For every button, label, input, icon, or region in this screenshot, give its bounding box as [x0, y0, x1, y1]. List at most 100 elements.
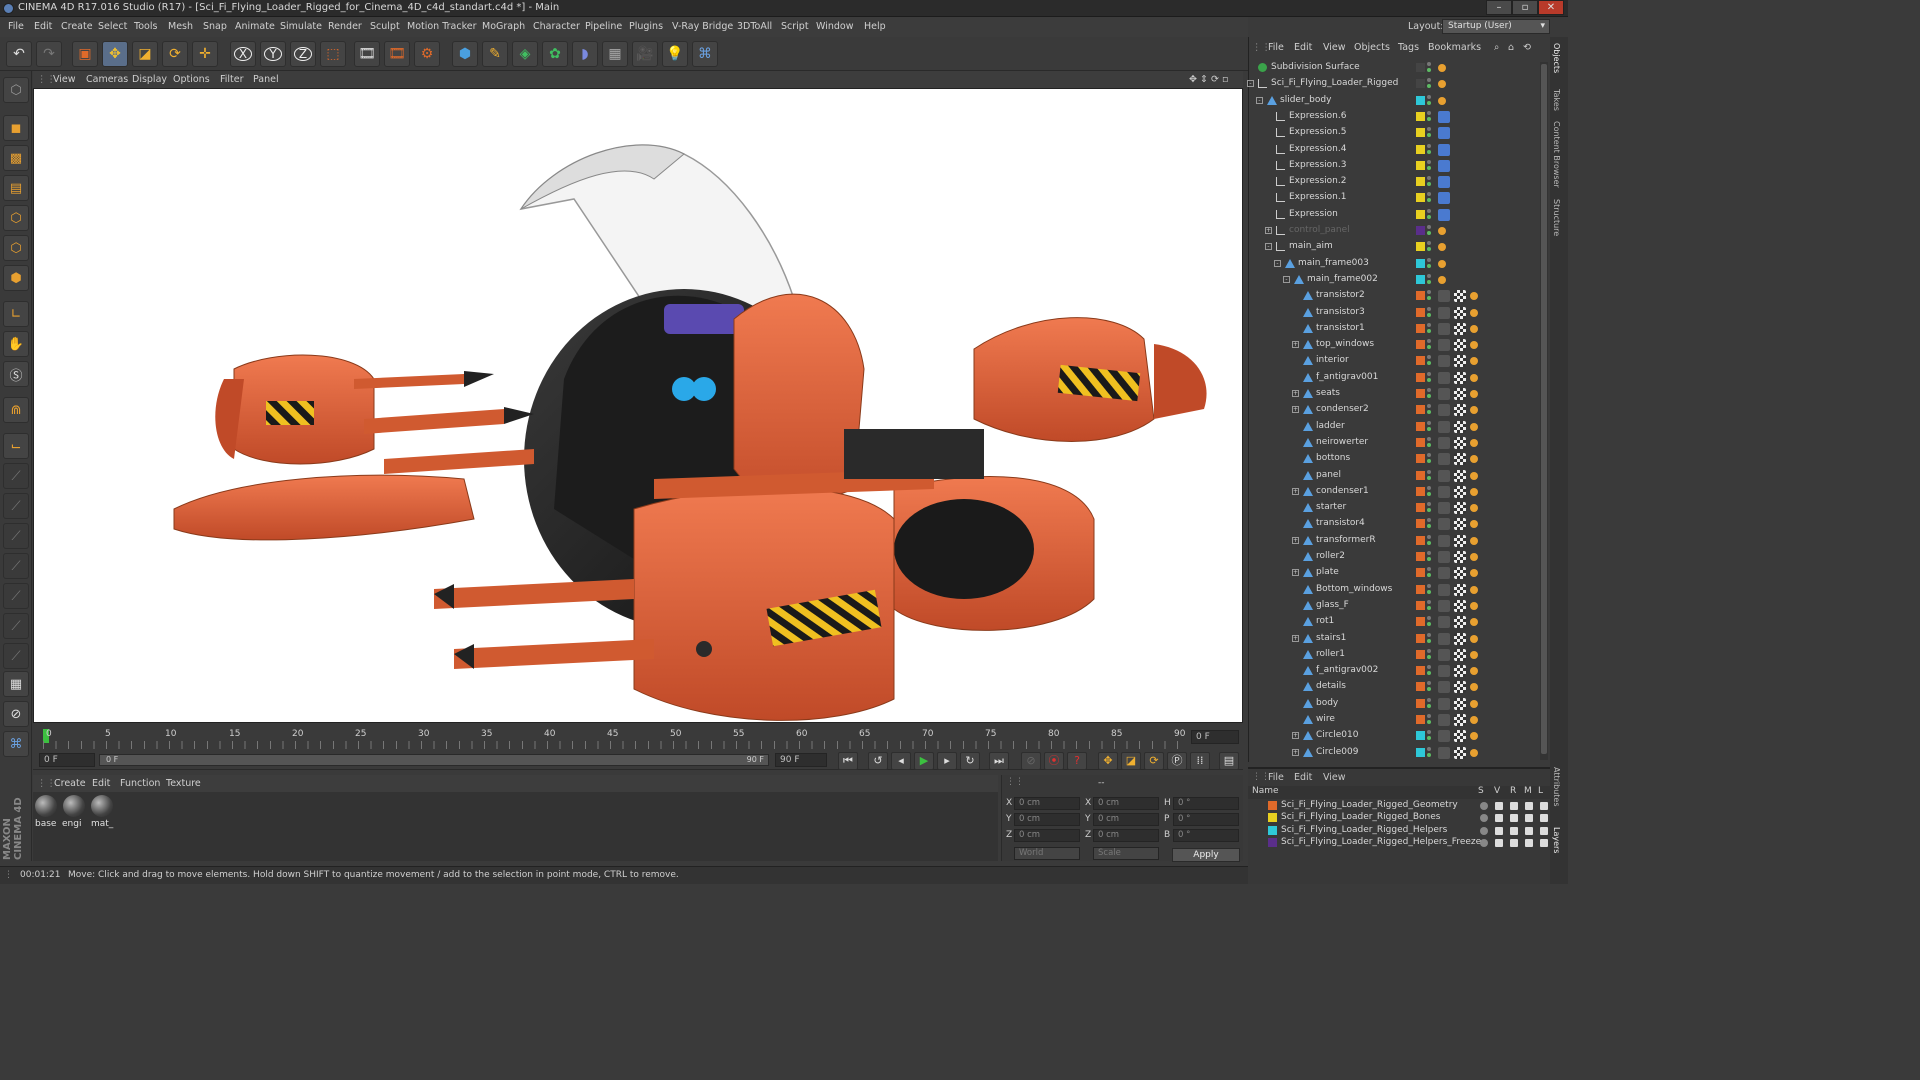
uvw-tag-icon[interactable] [1454, 665, 1466, 678]
collapse-icon[interactable]: - [1256, 96, 1263, 104]
viewport-menu-view[interactable]: View [53, 74, 76, 85]
render-view-icon[interactable]: 🎞 [354, 41, 380, 67]
object-row[interactable]: transistor2 [1250, 288, 1537, 304]
menu-sculpt[interactable]: Sculpt [370, 21, 400, 32]
constraint-tag-icon[interactable] [1470, 390, 1478, 398]
rotation-key-icon[interactable]: ⟳ [1144, 752, 1164, 770]
object-row[interactable]: - Sci_Fi_Flying_Loader_Rigged [1247, 76, 1537, 92]
solo-toggle-icon[interactable] [1480, 802, 1488, 810]
object-row[interactable]: Expression.4 [1250, 142, 1537, 158]
expand-icon[interactable]: + [1292, 487, 1299, 495]
material-tag-icon[interactable] [1438, 322, 1450, 335]
layer-color-swatch[interactable] [1416, 470, 1425, 480]
layer-color-swatch[interactable] [1416, 372, 1425, 382]
constraint-tag-icon[interactable] [1470, 585, 1478, 594]
viewport-menu-filter[interactable]: Filter [220, 74, 244, 85]
visibility-dots[interactable] [1427, 697, 1431, 709]
subdivision-icon[interactable]: ◈ [512, 41, 538, 67]
apply-button[interactable]: Apply [1172, 848, 1240, 862]
world-coordinates-icon[interactable]: ⬚ [320, 41, 346, 67]
python-icon[interactable]: ⌘ [692, 41, 718, 67]
object-row[interactable]: rot1 [1250, 614, 1537, 630]
material-tag-icon[interactable] [1438, 697, 1450, 710]
rotation-h-field[interactable]: 0 ° [1173, 797, 1239, 810]
object-row[interactable]: bottons [1250, 451, 1537, 467]
tab-layers[interactable]: Layers [1552, 827, 1561, 853]
collapse-icon[interactable]: - [1247, 80, 1254, 88]
material-tag-icon[interactable] [1438, 371, 1450, 384]
layer-color-swatch[interactable] [1416, 63, 1425, 72]
object-row[interactable]: Expression [1250, 207, 1537, 223]
constraint-tag-icon[interactable] [1470, 569, 1478, 578]
expand-icon[interactable]: + [1292, 569, 1299, 577]
workplane-mode-icon[interactable]: ▤ [3, 175, 29, 201]
layer-color-swatch[interactable] [1416, 258, 1425, 268]
grid-snap-icon[interactable]: ▦ [3, 671, 29, 697]
object-row[interactable]: wire [1250, 712, 1537, 728]
render-picture-viewer-icon[interactable]: 🎞 [384, 41, 410, 67]
object-row[interactable]: starter [1250, 500, 1537, 516]
visibility-dots[interactable] [1427, 273, 1431, 285]
material-tag-icon[interactable] [1438, 518, 1450, 531]
visibility-dots[interactable] [1427, 567, 1431, 578]
tab-objects[interactable]: Objects [1552, 43, 1561, 73]
expand-icon[interactable]: + [1265, 227, 1272, 234]
visibility-dots[interactable] [1427, 534, 1431, 546]
menu-3dtoall[interactable]: 3DToAll [737, 21, 772, 32]
material-tag-icon[interactable] [1438, 730, 1450, 743]
object-row[interactable]: Expression.5 [1250, 125, 1537, 141]
layer-color-swatch[interactable] [1416, 177, 1425, 187]
undo-icon[interactable]: ↶ [6, 41, 32, 67]
tweak-mode-icon[interactable]: ✋ [3, 331, 29, 357]
uvw-tag-icon[interactable] [1454, 502, 1466, 515]
constraint-tag-icon[interactable] [1438, 259, 1446, 268]
uvw-tag-icon[interactable] [1454, 355, 1466, 368]
object-row[interactable]: f_antigrav002 [1250, 663, 1537, 679]
menu-script[interactable]: Script [781, 21, 809, 32]
visibility-dots[interactable] [1427, 78, 1431, 89]
constraint-tag-icon[interactable] [1470, 650, 1478, 659]
visibility-dots[interactable] [1427, 681, 1431, 692]
material-tag-icon[interactable] [1438, 339, 1450, 352]
brush-tool-icon-4[interactable]: ⟋ [3, 553, 29, 579]
uvw-tag-icon[interactable] [1454, 697, 1466, 710]
constraint-tag-icon[interactable] [1470, 341, 1478, 350]
viewport-menu-panel[interactable]: Panel [253, 74, 279, 85]
object-menu-view[interactable]: View [1323, 42, 1346, 53]
material-tag-icon[interactable] [1438, 502, 1450, 515]
layer-color-swatch[interactable] [1416, 209, 1425, 219]
xpresso-tag-icon[interactable] [1438, 192, 1450, 205]
layer-color-swatch[interactable] [1416, 682, 1425, 692]
coordinate-system-dropdown[interactable]: World [1014, 847, 1080, 860]
constraint-tag-icon[interactable] [1470, 373, 1478, 382]
layer-color-swatch[interactable] [1416, 715, 1425, 724]
constraint-tag-icon[interactable] [1470, 667, 1478, 676]
constraint-tag-icon[interactable] [1470, 699, 1478, 708]
material-menu-edit[interactable]: Edit [92, 778, 110, 789]
constraint-tag-icon[interactable] [1470, 716, 1478, 724]
snapping-icon[interactable]: Ⓢ [3, 361, 29, 387]
visibility-dots[interactable] [1427, 502, 1431, 513]
material-menu-texture[interactable]: Texture [166, 778, 201, 789]
visibility-dots[interactable] [1427, 665, 1431, 676]
render-toggle-icon[interactable] [1510, 826, 1518, 835]
y-axis-icon[interactable]: Y [260, 41, 286, 67]
brush-tool-icon-3[interactable]: ⟋ [3, 523, 29, 549]
constraint-tag-icon[interactable] [1470, 683, 1478, 692]
uvw-tag-icon[interactable] [1454, 339, 1466, 352]
layer-color-swatch[interactable] [1416, 128, 1425, 138]
object-row[interactable]: transistor3 [1250, 305, 1537, 321]
uvw-tag-icon[interactable] [1454, 746, 1466, 759]
go-to-end-icon[interactable]: ⏭ [989, 752, 1009, 770]
visibility-dots[interactable] [1427, 551, 1431, 562]
xpresso-tag-icon[interactable] [1438, 176, 1450, 189]
constraint-tag-icon[interactable] [1470, 308, 1478, 317]
expand-icon[interactable]: + [1292, 748, 1299, 756]
menu-motion-tracker[interactable]: Motion Tracker [407, 21, 477, 32]
layer-menu-view[interactable]: View [1323, 772, 1346, 783]
size-y-field[interactable]: 0 cm [1093, 813, 1159, 826]
object-row[interactable]: + Circle010 [1250, 728, 1537, 744]
visibility-dots[interactable] [1427, 746, 1431, 758]
object-row[interactable]: ladder [1250, 419, 1537, 435]
object-row[interactable]: transistor4 [1250, 516, 1537, 532]
